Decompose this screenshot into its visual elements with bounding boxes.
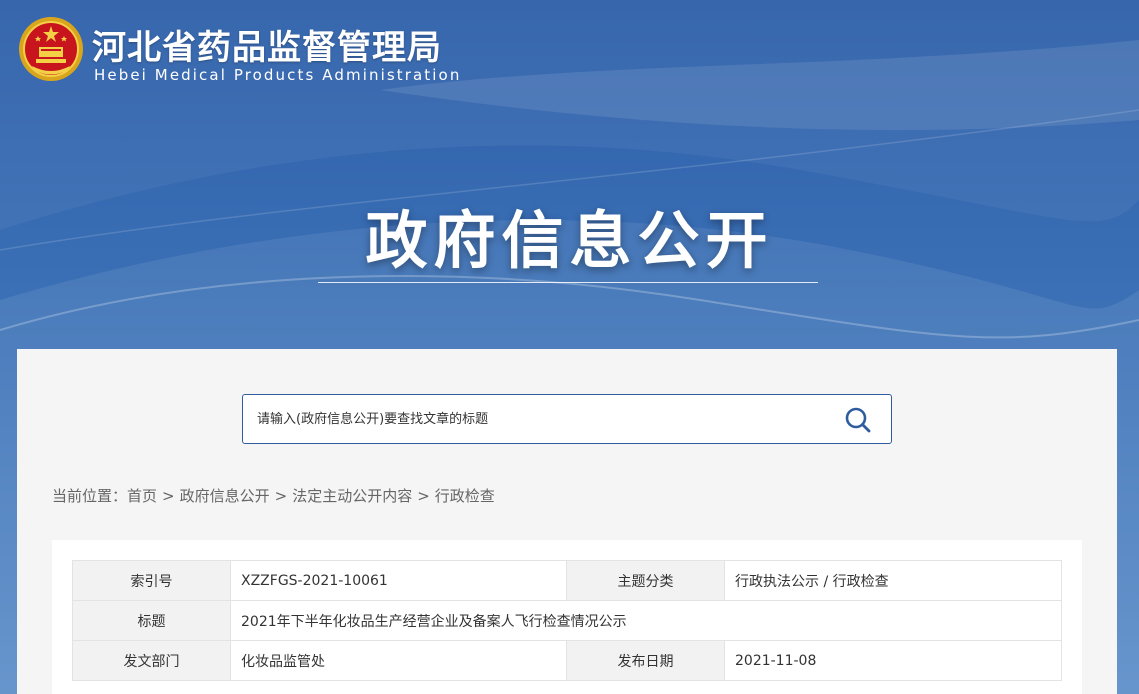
table-row: 发文部门 化妆品监管处 发布日期 2021-11-08	[72, 640, 1062, 681]
breadcrumb-separator: >	[417, 487, 430, 505]
site-logo[interactable]: 河北省药品监督管理局 Hebei Medical Products Admini…	[18, 14, 498, 94]
breadcrumb-separator: >	[162, 487, 175, 505]
publish-date-value: 2021-11-08	[724, 640, 1062, 681]
table-row: 标题 2021年下半年化妆品生产经营企业及备案人飞行检查情况公示	[72, 600, 1062, 641]
site-name-en: Hebei Medical Products Administration	[94, 66, 462, 84]
main-content: 当前位置：首页>政府信息公开>法定主动公开内容>行政检查 索引号 XZZFGS-…	[17, 349, 1117, 694]
title-label: 标题	[72, 600, 231, 641]
breadcrumb-separator: >	[274, 487, 288, 505]
breadcrumb-home[interactable]: 首页	[127, 487, 157, 505]
national-emblem-icon	[19, 17, 83, 81]
title-divider	[318, 282, 818, 283]
title-value: 2021年下半年化妆品生产经营企业及备案人飞行检查情况公示	[230, 600, 1062, 641]
site-name-cn: 河北省药品监督管理局	[92, 28, 442, 68]
issuing-dept-value: 化妆品监管处	[230, 640, 567, 681]
topic-category-value: 行政执法公示 / 行政检查	[724, 560, 1062, 601]
breadcrumb-prefix: 当前位置：	[52, 487, 128, 505]
breadcrumb-admin-inspection[interactable]: 行政检查	[435, 487, 495, 505]
table-row: 索引号 XZZFGS-2021-10061 主题分类 行政执法公示 / 行政检查	[72, 560, 1062, 601]
breadcrumb-gov-info[interactable]: 政府信息公开	[180, 487, 270, 505]
page-title: 政府信息公开	[365, 204, 774, 277]
search-input[interactable]	[257, 395, 817, 443]
article-meta-table: 索引号 XZZFGS-2021-10061 主题分类 行政执法公示 / 行政检查…	[72, 560, 1062, 681]
index-number-label: 索引号	[72, 560, 231, 601]
search-bar	[242, 394, 892, 444]
topic-category-label: 主题分类	[566, 560, 725, 601]
issuing-dept-label: 发文部门	[72, 640, 231, 681]
search-button[interactable]	[843, 405, 873, 435]
search-icon	[845, 407, 871, 433]
article-info-panel: 索引号 XZZFGS-2021-10061 主题分类 行政执法公示 / 行政检查…	[52, 540, 1082, 694]
breadcrumb: 当前位置：首页 > 政府信息公开 > 法定主动公开内容 > 行政检查	[52, 485, 495, 506]
index-number-value: XZZFGS-2021-10061	[230, 560, 567, 601]
breadcrumb-legal-content[interactable]: 法定主动公开内容	[292, 487, 412, 505]
publish-date-label: 发布日期	[566, 640, 725, 681]
